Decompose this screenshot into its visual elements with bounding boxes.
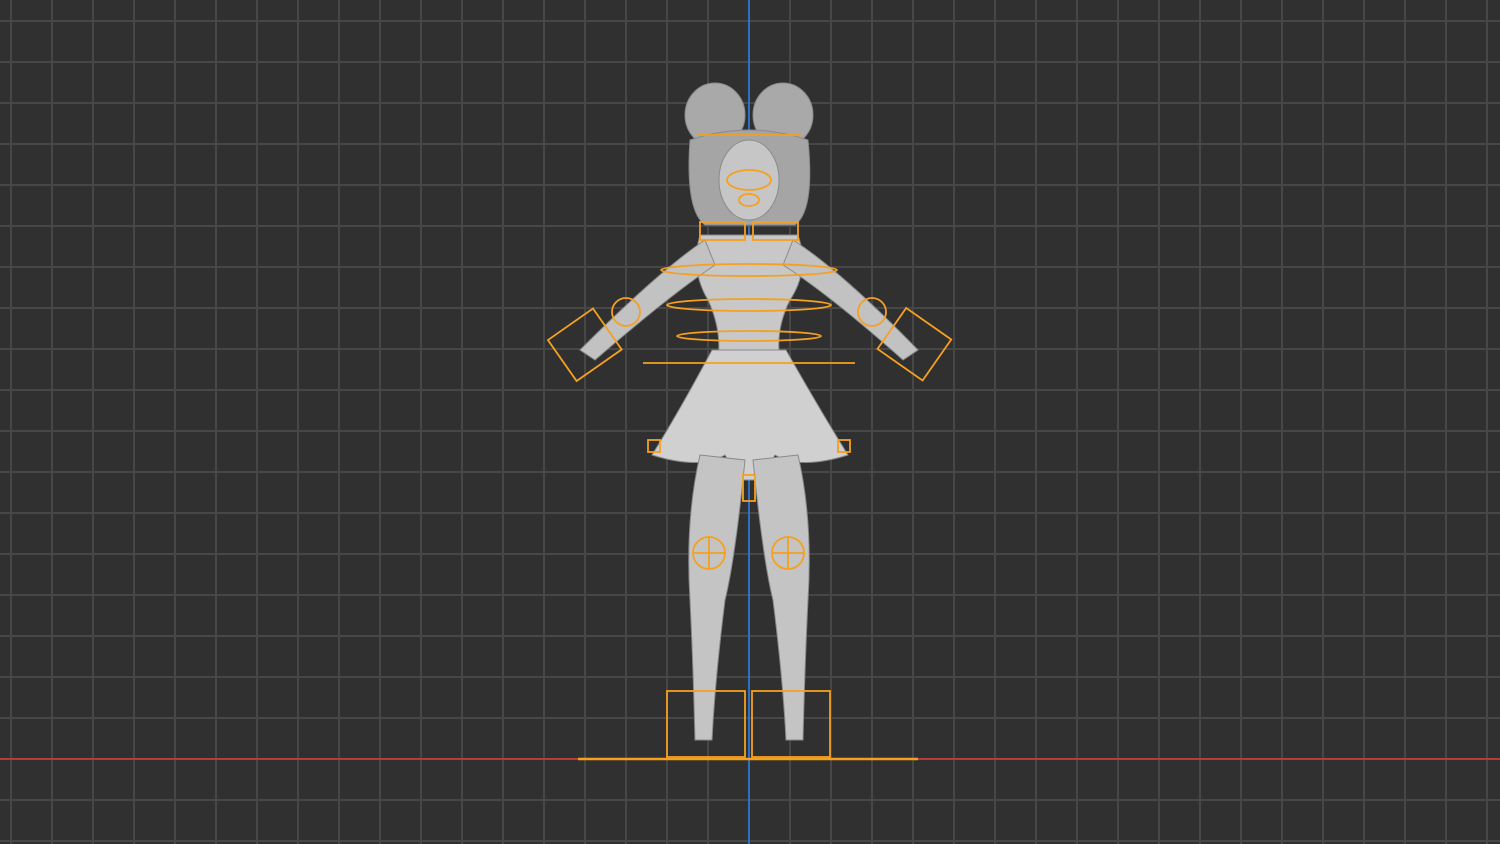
skirt xyxy=(651,349,849,481)
head xyxy=(718,139,780,221)
leg-left xyxy=(688,454,746,741)
3d-viewport[interactable] xyxy=(0,0,1500,844)
leg-right xyxy=(752,454,810,741)
viewport-scene[interactable] xyxy=(0,0,1500,844)
